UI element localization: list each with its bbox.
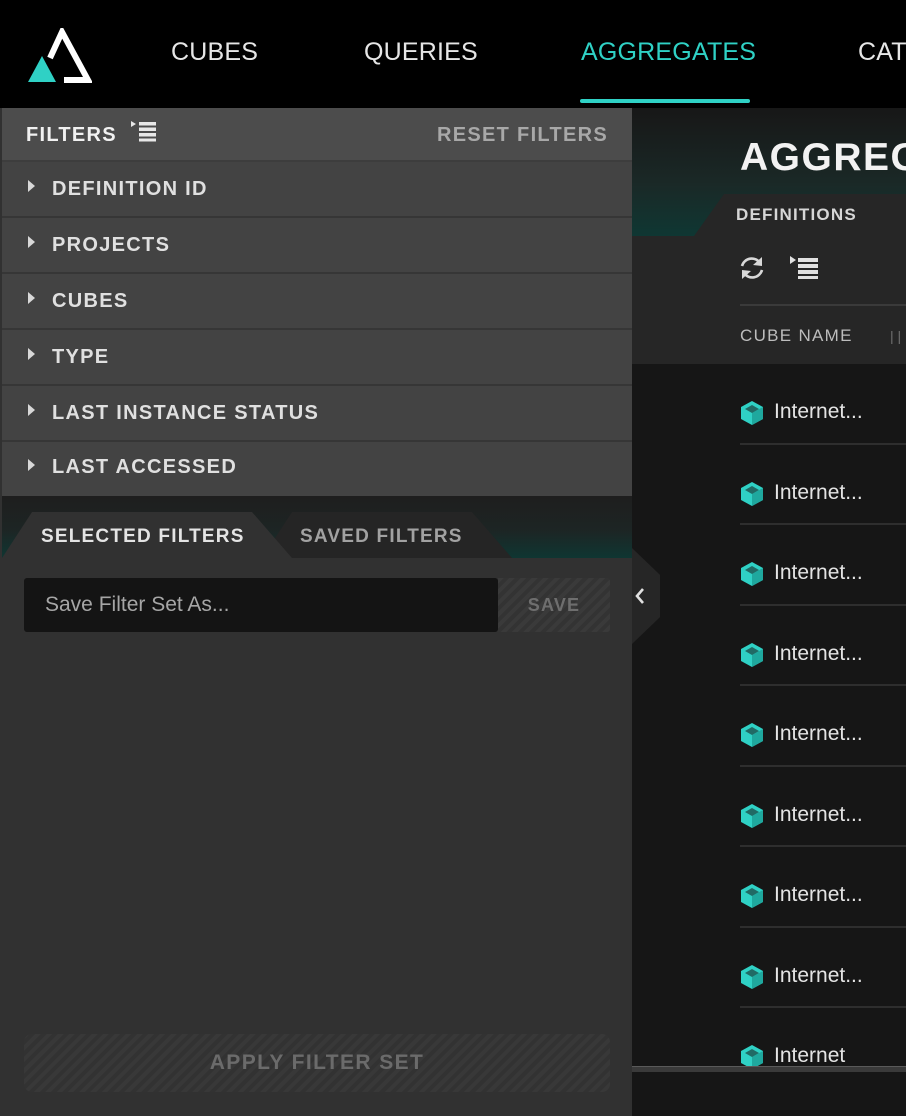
tab-selected-filters-label[interactable]: SELECTED FILTERS — [41, 526, 245, 548]
caret-right-icon — [28, 348, 35, 360]
facet-last-accessed[interactable]: LAST ACCESSED — [2, 442, 632, 496]
caret-right-icon — [28, 292, 35, 304]
table-row[interactable]: Internet... — [740, 767, 906, 847]
filter-panel: FILTERS RESET FILTERS DEFINITION ID PROJ… — [0, 108, 632, 1116]
header-divider — [740, 304, 906, 306]
filters-title: FILTERS — [26, 124, 117, 146]
row-cube-name[interactable]: Internet... — [774, 561, 863, 585]
row-cube-name[interactable]: Internet... — [774, 964, 863, 988]
cube-icon — [741, 884, 763, 908]
save-button[interactable]: SAVE — [498, 578, 610, 632]
list-filter-icon[interactable] — [130, 120, 158, 142]
row-cube-name[interactable]: Internet... — [774, 642, 863, 666]
main-header: AGGREG DEFINITIONS CUBE NAME | | — [632, 108, 906, 364]
table-row[interactable]: Internet... — [740, 686, 906, 767]
caret-right-icon — [28, 236, 35, 248]
filters-header: FILTERS RESET FILTERS — [2, 108, 632, 162]
nav-cubes[interactable]: CUBES — [171, 38, 258, 67]
cube-icon — [741, 723, 763, 747]
column-header-cube-name[interactable]: CUBE NAME — [740, 326, 853, 346]
cube-icon — [741, 401, 763, 425]
tab-definitions-label[interactable]: DEFINITIONS — [736, 205, 857, 225]
facet-label: LAST ACCESSED — [52, 456, 238, 478]
cube-icon — [741, 803, 763, 828]
facet-type[interactable]: TYPE — [2, 330, 632, 386]
row-cube-name[interactable]: Internet... — [774, 883, 863, 907]
facet-projects[interactable]: PROJECTS — [2, 218, 632, 274]
table-row[interactable]: Internet... — [740, 606, 906, 686]
table-row[interactable]: Internet... — [740, 525, 906, 606]
facet-label: DEFINITION ID — [52, 178, 208, 200]
cube-icon — [741, 964, 763, 989]
nav-queries[interactable]: QUERIES — [364, 38, 478, 67]
facet-label: TYPE — [52, 346, 110, 368]
cube-icon — [741, 562, 763, 586]
caret-right-icon — [28, 180, 35, 192]
facet-label: LAST INSTANCE STATUS — [52, 402, 320, 424]
active-nav-indicator — [580, 99, 750, 103]
row-cube-name[interactable]: Internet... — [774, 400, 863, 424]
row-cube-name[interactable]: Internet... — [774, 481, 863, 505]
cube-icon — [741, 481, 763, 506]
facet-last-instance-status[interactable]: LAST INSTANCE STATUS — [2, 386, 632, 442]
facet-cubes[interactable]: CUBES — [2, 274, 632, 330]
page-title: AGGREG — [740, 136, 906, 179]
caret-right-icon — [28, 459, 35, 471]
nav-aggregates[interactable]: AGGREGATES — [581, 38, 756, 67]
reset-filters-button[interactable]: RESET FILTERS — [437, 124, 608, 147]
cube-icon — [741, 642, 763, 667]
column-resize-handle[interactable]: | | — [890, 328, 901, 344]
nav-catalog[interactable]: CAT — [858, 38, 906, 67]
row-cube-name[interactable]: Internet... — [774, 803, 863, 827]
caret-right-icon — [28, 404, 35, 416]
table-row[interactable]: Internet... — [740, 928, 906, 1008]
facet-label: CUBES — [52, 290, 129, 312]
table-row[interactable]: Internet... — [740, 445, 906, 525]
tab-saved-filters-label[interactable]: SAVED FILTERS — [300, 526, 463, 548]
list-filter-icon[interactable] — [788, 254, 820, 280]
apply-filter-set-button[interactable]: APPLY FILTER SET — [24, 1034, 610, 1092]
table-row[interactable]: Internet... — [740, 847, 906, 928]
top-nav: CUBES QUERIES AGGREGATES CAT — [0, 0, 906, 108]
aggregates-main: AGGREG DEFINITIONS CUBE NAME | | Interne… — [632, 108, 906, 1116]
table-row[interactable]: Internet... — [740, 364, 906, 445]
app-logo-icon[interactable] — [26, 28, 92, 84]
facet-definition-id[interactable]: DEFINITION ID — [2, 162, 632, 218]
row-cube-name[interactable]: Internet — [774, 1044, 845, 1068]
aggregates-list: Internet... Internet... Internet... Inte… — [740, 364, 906, 1069]
horizontal-scrollbar[interactable] — [632, 1066, 906, 1072]
row-cube-name[interactable]: Internet... — [774, 722, 863, 746]
facet-label: PROJECTS — [52, 234, 171, 256]
filter-tabs: SELECTED FILTERS SAVED FILTERS — [2, 496, 632, 558]
table-row[interactable]: Internet — [740, 1008, 906, 1069]
refresh-icon[interactable] — [738, 254, 766, 282]
save-filter-set-input[interactable] — [24, 578, 498, 632]
chevron-left-icon[interactable] — [633, 586, 647, 606]
